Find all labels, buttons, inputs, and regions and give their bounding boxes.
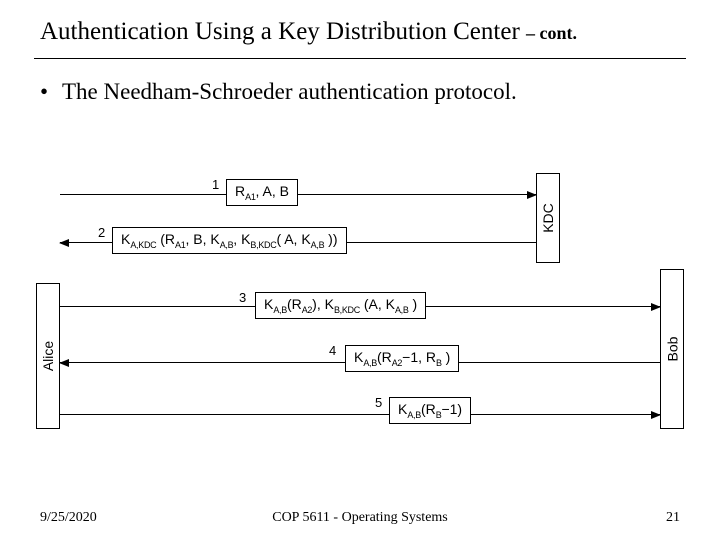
step-4-num: 4 bbox=[329, 343, 336, 358]
step-5-num: 5 bbox=[375, 395, 382, 410]
msg-3: KA,B(RA2), KB,KDC (A, KA,B ) bbox=[255, 292, 426, 319]
msg-4: KA,B(RA2−1, RB ) bbox=[345, 345, 459, 372]
arrow-5 bbox=[60, 414, 660, 415]
step-3-num: 3 bbox=[239, 290, 246, 305]
actor-alice: Alice bbox=[36, 283, 60, 429]
slide-title-cont: – cont. bbox=[526, 23, 577, 43]
step-1-num: 1 bbox=[212, 177, 219, 192]
protocol-diagram: Alice KDC Bob 1 RA1, A, B 2 KA,KDC (RA1,… bbox=[36, 175, 686, 455]
msg-2: KA,KDC (RA1, B, KA,B, KB,KDC( A, KA,B )) bbox=[112, 227, 347, 254]
slide-title: Authentication Using a Key Distribution … bbox=[40, 18, 526, 45]
actor-bob: Bob bbox=[660, 269, 684, 429]
footer-page: 21 bbox=[666, 510, 680, 526]
bullet-protocol-name: • The Needham-Schroeder authentication p… bbox=[40, 79, 680, 105]
footer: 9/25/2020 COP 5611 - Operating Systems 2… bbox=[0, 510, 720, 526]
step-2-num: 2 bbox=[98, 225, 105, 240]
bullet-text: The Needham-Schroeder authentication pro… bbox=[62, 79, 517, 104]
bullet-dot: • bbox=[40, 79, 48, 105]
msg-5: KA,B(RB−1) bbox=[389, 397, 471, 424]
footer-course: COP 5611 - Operating Systems bbox=[40, 510, 680, 526]
footer-date: 9/25/2020 bbox=[40, 510, 97, 526]
actor-kdc: KDC bbox=[536, 173, 560, 263]
msg-1: RA1, A, B bbox=[226, 179, 298, 206]
